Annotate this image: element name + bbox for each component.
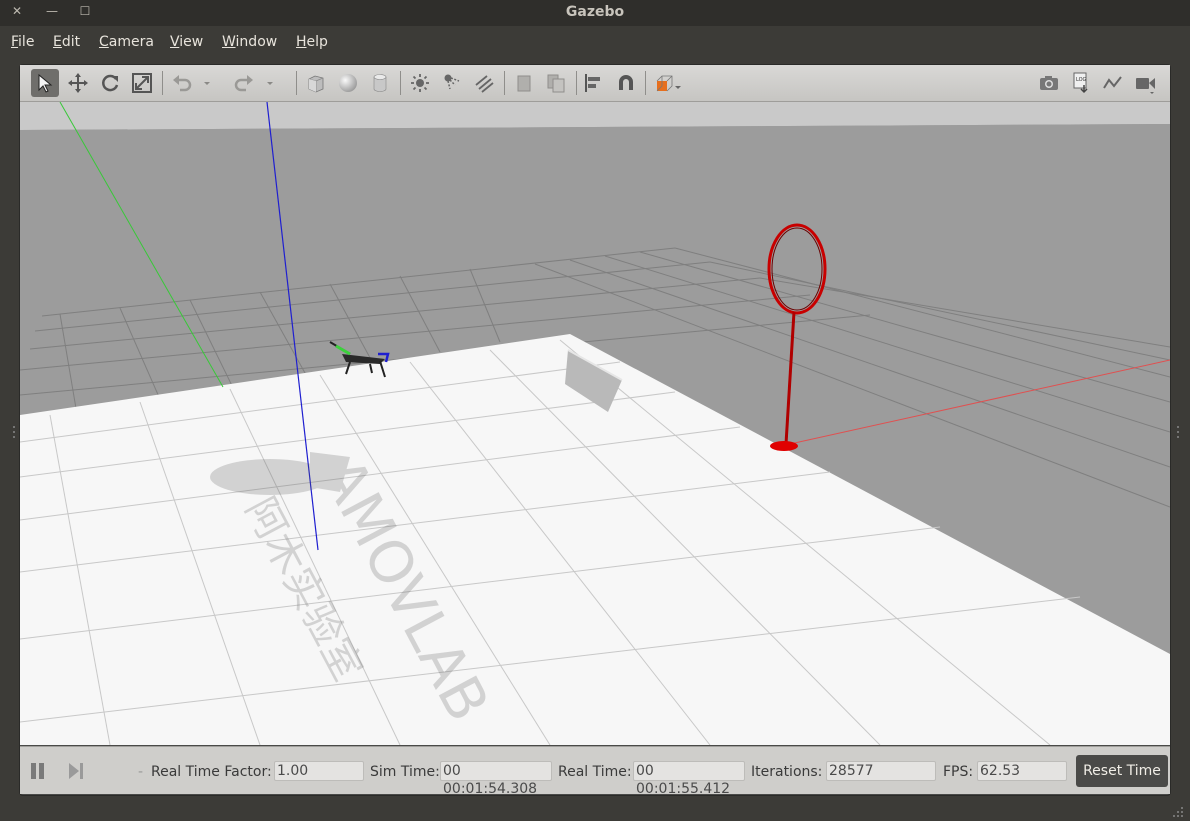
window-title: Gazebo bbox=[565, 4, 625, 20]
menu-window-label: indow bbox=[235, 34, 278, 50]
menu-window-mnemonic: W bbox=[222, 34, 236, 50]
translate-icon[interactable] bbox=[64, 69, 92, 97]
toolbar-separator bbox=[162, 71, 163, 95]
menu-edit-mnemonic: E bbox=[53, 34, 62, 50]
scene-render: AMOVLAB 阿木实验室 bbox=[20, 102, 1170, 745]
sim-time-field: 00 00:01:54.308 bbox=[440, 761, 552, 797]
screenshot-camera-icon[interactable] bbox=[1035, 69, 1063, 97]
title-bar: ✕ — ☐ Gazebo bbox=[0, 0, 1190, 26]
menu-camera[interactable]: Camera bbox=[99, 34, 154, 50]
view-angle-icon[interactable] bbox=[650, 69, 686, 97]
directional-light-icon[interactable] bbox=[470, 69, 498, 97]
right-panel-handle[interactable] bbox=[1176, 424, 1180, 438]
sphere-shape-icon[interactable] bbox=[334, 69, 362, 97]
menu-window[interactable]: Window bbox=[222, 34, 277, 50]
redo-dropdown-icon[interactable] bbox=[263, 69, 277, 97]
menu-view-label: iew bbox=[179, 34, 204, 50]
toolbar-separator bbox=[504, 71, 505, 95]
left-panel-handle[interactable] bbox=[12, 424, 16, 438]
spot-light-icon[interactable] bbox=[438, 69, 466, 97]
snap-magnet-icon[interactable] bbox=[612, 69, 640, 97]
real-time-label: Real Time: bbox=[558, 764, 632, 780]
video-record-icon[interactable] bbox=[1131, 69, 1159, 97]
menu-file[interactable]: File bbox=[11, 34, 34, 50]
scene-viewport[interactable]: AMOVLAB 阿木实验室 bbox=[20, 102, 1170, 745]
fps-field: 62.53 bbox=[977, 761, 1067, 781]
step-count-marker: - bbox=[138, 764, 144, 780]
time-panel: - Real Time Factor: 1.00 Sim Time: 00 00… bbox=[20, 746, 1170, 797]
svg-text:LOG: LOG bbox=[1076, 77, 1087, 83]
toolbar-separator bbox=[645, 71, 646, 95]
menu-help-label: elp bbox=[306, 34, 328, 50]
log-icon[interactable]: LOG bbox=[1067, 69, 1095, 97]
box-shape-icon[interactable] bbox=[302, 69, 330, 97]
undo-icon[interactable] bbox=[168, 69, 196, 97]
undo-dropdown-icon[interactable] bbox=[200, 69, 214, 97]
pause-icon[interactable] bbox=[28, 761, 48, 781]
menu-edit[interactable]: Edit bbox=[53, 34, 80, 50]
toolbar-separator bbox=[296, 71, 297, 95]
copy-icon[interactable] bbox=[510, 69, 538, 97]
menu-view[interactable]: View bbox=[170, 34, 203, 50]
fps-label: FPS: bbox=[943, 764, 974, 780]
menu-file-mnemonic: F bbox=[11, 34, 19, 50]
select-arrow-icon[interactable] bbox=[31, 69, 59, 97]
plot-icon[interactable] bbox=[1099, 69, 1127, 97]
menu-view-mnemonic: V bbox=[170, 34, 180, 50]
real-time-field: 00 00:01:55.412 bbox=[633, 761, 745, 797]
align-icon[interactable] bbox=[580, 69, 608, 97]
sim-time-label: Sim Time: bbox=[370, 764, 440, 780]
reset-time-button[interactable]: Reset Time bbox=[1076, 755, 1168, 787]
toolbar: LOG bbox=[20, 65, 1170, 102]
redo-icon[interactable] bbox=[230, 69, 258, 97]
iterations-label: Iterations: bbox=[751, 764, 823, 780]
iterations-field: 28577 bbox=[826, 761, 936, 781]
resize-grip-icon[interactable] bbox=[1172, 803, 1184, 817]
menu-camera-mnemonic: C bbox=[99, 34, 109, 50]
paste-icon[interactable] bbox=[542, 69, 570, 97]
menu-help[interactable]: Help bbox=[296, 34, 328, 50]
menu-help-mnemonic: H bbox=[296, 34, 307, 50]
real-time-factor-field: 1.00 bbox=[274, 761, 364, 781]
toolbar-separator bbox=[400, 71, 401, 95]
step-forward-icon[interactable] bbox=[66, 761, 86, 781]
real-time-factor-label: Real Time Factor: bbox=[151, 764, 272, 780]
rotate-icon[interactable] bbox=[96, 69, 124, 97]
menu-file-label: ile bbox=[18, 34, 35, 50]
toolbar-separator bbox=[576, 71, 577, 95]
cylinder-shape-icon[interactable] bbox=[366, 69, 394, 97]
menu-edit-label: dit bbox=[61, 34, 81, 50]
menu-camera-label: amera bbox=[108, 34, 154, 50]
scale-icon[interactable] bbox=[128, 69, 156, 97]
point-light-icon[interactable] bbox=[406, 69, 434, 97]
menu-bar: File Edit Camera View Window Help bbox=[0, 26, 1190, 60]
